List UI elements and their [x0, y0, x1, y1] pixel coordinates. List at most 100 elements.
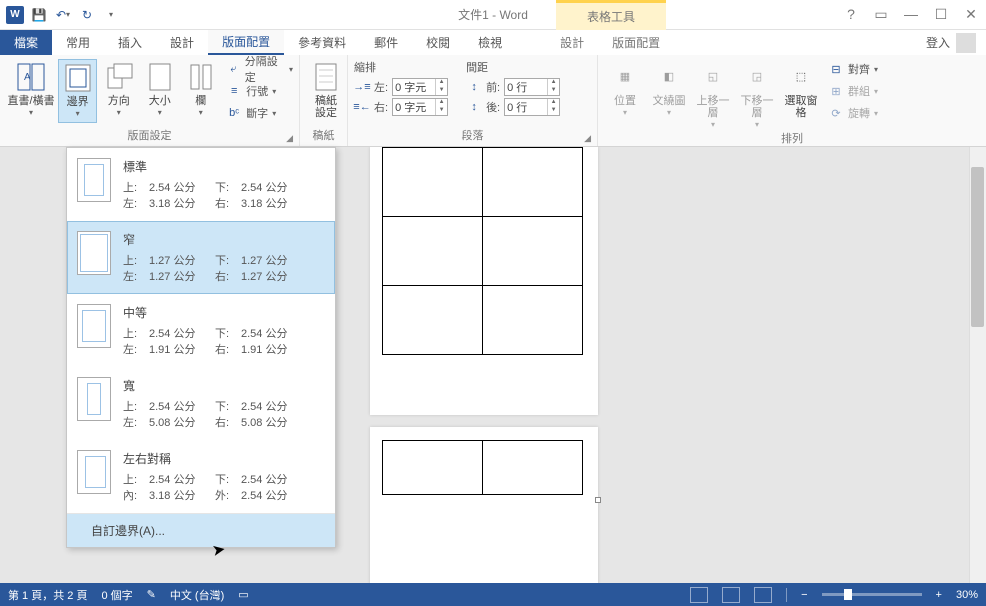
save-icon[interactable]: 💾	[28, 4, 50, 26]
view-print-layout-icon[interactable]	[722, 587, 740, 603]
page-2-top	[370, 427, 598, 583]
paragraph-launcher-icon[interactable]: ◢	[584, 133, 591, 144]
margin-thumb-icon	[77, 450, 111, 494]
status-word-count[interactable]: 0 個字	[101, 587, 132, 603]
align-button[interactable]: ⊟對齊 ▾	[828, 59, 878, 79]
margins-dropdown: 標準 上:2.54 公分下:2.54 公分 左:3.18 公分右:3.18 公分…	[66, 147, 336, 548]
columns-button[interactable]: 欄▾	[181, 59, 220, 123]
tab-table-design[interactable]: 設計	[546, 30, 598, 55]
margins-option-wide[interactable]: 寬 上:2.54 公分下:2.54 公分 左:5.08 公分右:5.08 公分	[67, 367, 335, 440]
avatar-icon	[956, 33, 976, 53]
tab-mailings[interactable]: 郵件	[360, 30, 412, 55]
indent-left-row: →≡左: 0 字元▲▼	[354, 77, 448, 97]
spacing-before-row: ↕前: 0 行▲▼	[466, 77, 560, 97]
undo-icon[interactable]: ↶▾	[52, 4, 74, 26]
status-language[interactable]: 中文 (台灣)	[170, 587, 224, 603]
position-icon: ▦	[609, 61, 641, 93]
qat-customize-icon[interactable]: ▾	[100, 4, 122, 26]
group-paragraph: 縮排 →≡左: 0 字元▲▼ ≡←右: 0 字元▲▼ 間距 ↕前: 0 行▲▼ …	[348, 55, 598, 146]
indent-right-input[interactable]: 0 字元▲▼	[392, 98, 448, 116]
text-direction-button[interactable]: A 直書/橫書▾	[6, 59, 56, 123]
document-table-1[interactable]	[382, 147, 583, 355]
status-bar: 第 1 頁，共 2 頁 0 個字 ✎ 中文 (台灣) ▭ − + 30%	[0, 583, 986, 606]
sign-in[interactable]: 登入	[926, 33, 976, 53]
view-read-mode-icon[interactable]	[690, 587, 708, 603]
line-numbers-icon: ≡	[226, 83, 242, 99]
word-app-icon[interactable]: W	[4, 4, 26, 26]
spacing-before-icon: ↕	[466, 79, 482, 95]
orientation-button[interactable]: 方向▾	[99, 59, 138, 123]
ribbon: A 直書/橫書▾ 邊界▾ 方向▾ 大小▾ 欄▾ ⤶分隔設定 ▾ ≡行號 ▾	[0, 55, 986, 147]
status-page[interactable]: 第 1 頁，共 2 頁	[8, 587, 87, 603]
tab-references[interactable]: 參考資料	[284, 30, 360, 55]
zoom-out-icon[interactable]: −	[801, 589, 807, 601]
redo-icon[interactable]: ↻	[76, 4, 98, 26]
view-web-layout-icon[interactable]	[754, 587, 772, 603]
selection-pane-icon: ⬚	[785, 61, 817, 93]
ribbon-display-icon[interactable]: ▭	[870, 6, 892, 23]
manuscript-button[interactable]: 稿紙 設定	[306, 59, 346, 119]
align-icon: ⊟	[828, 61, 844, 77]
group-manuscript: 稿紙 設定 稿紙	[300, 55, 348, 146]
size-button[interactable]: 大小▾	[140, 59, 179, 123]
scrollbar-thumb[interactable]	[971, 167, 984, 327]
group-label-paragraph: 段落◢	[354, 127, 591, 144]
custom-margins-button[interactable]: 自訂邊界(A)...	[67, 513, 335, 547]
status-spellcheck-icon[interactable]: ✎	[147, 588, 156, 601]
title-bar: W 💾 ↶▾ ↻ ▾ 文件1 - Word 表格工具 ? ▭ — ☐ ✕	[0, 0, 986, 30]
zoom-slider[interactable]	[822, 593, 922, 596]
size-icon	[144, 61, 176, 93]
vertical-scrollbar[interactable]	[969, 147, 986, 583]
margin-thumb-icon	[77, 231, 111, 275]
tab-page-layout[interactable]: 版面配置	[208, 30, 284, 55]
breaks-button[interactable]: ⤶分隔設定 ▾	[226, 59, 293, 79]
line-numbers-button[interactable]: ≡行號 ▾	[226, 81, 293, 101]
tab-table-layout[interactable]: 版面配置	[598, 30, 674, 55]
margin-thumb-icon	[77, 377, 111, 421]
rotate-button: ⟳旋轉 ▾	[828, 103, 878, 123]
zoom-level[interactable]: 30%	[956, 589, 978, 601]
wrap-icon: ◧	[653, 61, 685, 93]
tab-home[interactable]: 常用	[52, 30, 104, 55]
tab-design[interactable]: 設計	[156, 30, 208, 55]
margins-option-narrow[interactable]: 窄 上:1.27 公分下:1.27 公分 左:1.27 公分右:1.27 公分	[67, 221, 335, 294]
tab-file[interactable]: 檔案	[0, 30, 52, 55]
help-icon[interactable]: ?	[840, 6, 862, 23]
spacing-after-icon: ↕	[466, 99, 482, 115]
orientation-icon	[103, 61, 135, 93]
indent-left-icon: →≡	[354, 79, 370, 95]
spacing-header: 間距	[466, 59, 560, 75]
document-table-2[interactable]	[382, 440, 583, 495]
send-backward-icon: ◲	[741, 61, 773, 93]
indent-right-icon: ≡←	[354, 99, 370, 115]
group-arrange: ▦位置▾ ◧文繞圖▾ ◱上移一層▾ ◲下移一層▾ ⬚選取窗格 ⊟對齊 ▾ ⊞群組…	[598, 55, 986, 146]
tab-review[interactable]: 校閱	[412, 30, 464, 55]
group-label-arrange: 排列	[604, 130, 980, 147]
indent-left-input[interactable]: 0 字元▲▼	[392, 78, 448, 96]
spacing-after-input[interactable]: 0 行▲▼	[504, 98, 560, 116]
tab-view[interactable]: 檢視	[464, 30, 516, 55]
window-title: 文件1 - Word	[458, 6, 528, 23]
zoom-in-icon[interactable]: +	[936, 589, 942, 601]
margins-button[interactable]: 邊界▾	[58, 59, 97, 123]
close-icon[interactable]: ✕	[960, 6, 982, 23]
margin-thumb-icon	[77, 158, 111, 202]
table-tools-contextual-tab: 表格工具	[556, 0, 666, 30]
page-setup-launcher-icon[interactable]: ◢	[286, 133, 293, 144]
spacing-after-row: ↕後: 0 行▲▼	[466, 97, 560, 117]
quick-access-toolbar: W 💾 ↶▾ ↻ ▾	[0, 4, 122, 26]
margins-option-normal[interactable]: 標準 上:2.54 公分下:2.54 公分 左:3.18 公分右:3.18 公分	[67, 148, 335, 221]
table-resize-handle[interactable]	[595, 497, 601, 503]
maximize-icon[interactable]: ☐	[930, 6, 952, 23]
columns-icon	[185, 61, 217, 93]
spacing-before-input[interactable]: 0 行▲▼	[504, 78, 560, 96]
status-insert-mode-icon[interactable]: ▭	[238, 588, 248, 601]
margins-option-medium[interactable]: 中等 上:2.54 公分下:2.54 公分 左:1.91 公分右:1.91 公分	[67, 294, 335, 367]
margins-option-mirrored[interactable]: 左右對稱 上:2.54 公分下:2.54 公分 內:3.18 公分外:2.54 …	[67, 440, 335, 513]
svg-text:A: A	[24, 72, 31, 83]
tab-insert[interactable]: 插入	[104, 30, 156, 55]
group-page-setup: A 直書/橫書▾ 邊界▾ 方向▾ 大小▾ 欄▾ ⤶分隔設定 ▾ ≡行號 ▾	[0, 55, 300, 146]
selection-pane-button[interactable]: ⬚選取窗格	[780, 59, 822, 130]
minimize-icon[interactable]: —	[900, 6, 922, 23]
hyphenation-button[interactable]: bᶜ斷字 ▾	[226, 103, 293, 123]
